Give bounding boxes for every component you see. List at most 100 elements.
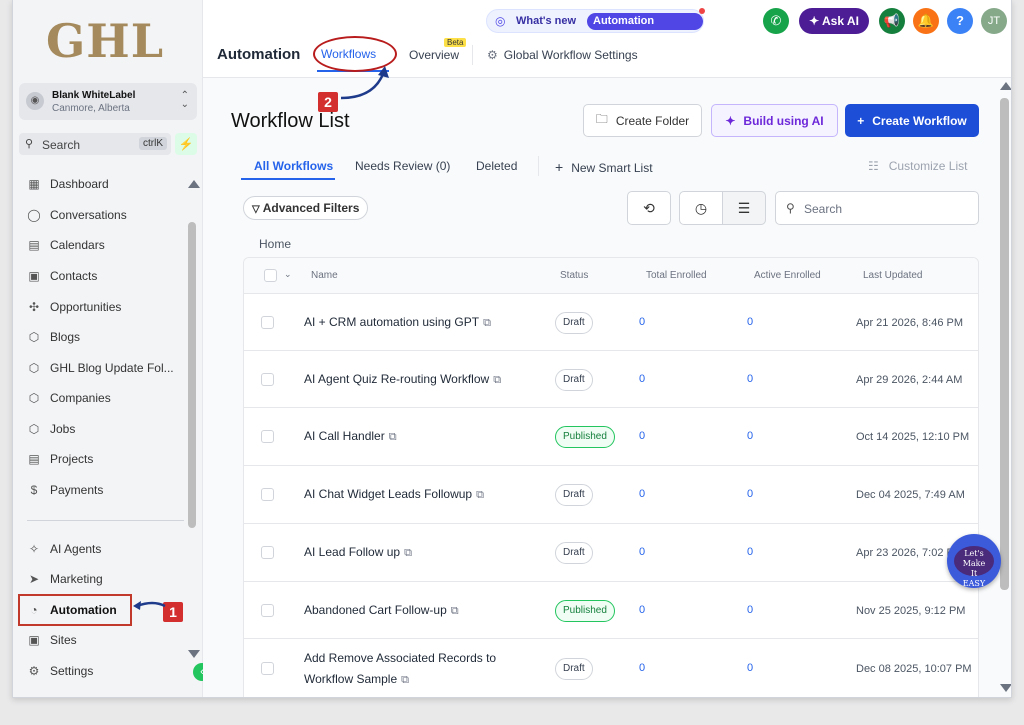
sidebar-item-ghl-blog-update-fol[interactable]: ⬡ GHL Blog Update Fol...	[26, 356, 174, 380]
external-link-icon[interactable]: ⧉	[401, 674, 409, 686]
user-avatar[interactable]: JT	[981, 8, 1007, 34]
sidebar-item-projects[interactable]: ▤ Projects	[26, 447, 93, 471]
external-link-icon[interactable]: ⧉	[389, 431, 397, 443]
table-row[interactable]: AI + CRM automation using GPT ⧉ Draft 0 0 Apr…	[244, 294, 978, 351]
sidebar-item-companies[interactable]: ⬡ Companies	[26, 386, 111, 410]
table-row[interactable]: AI Call Handler ⧉ Published 0 0 Oct 14 2025, …	[244, 408, 978, 466]
sidebar-scrollbar[interactable]	[188, 222, 196, 528]
workflow-name[interactable]: AI Chat Widget Leads Followup ⧉	[304, 484, 534, 506]
table-row[interactable]: Add Remove Associated Records to Workflo…	[244, 639, 978, 697]
row-checkbox[interactable]	[261, 662, 274, 675]
sidebar-item-opportunities[interactable]: ✣ Opportunities	[26, 295, 121, 319]
total-enrolled-value[interactable]: 0	[639, 604, 645, 616]
sidebar-search[interactable]: ⚲ Search ctrlK	[19, 133, 171, 155]
main-scroll-up[interactable]	[1000, 82, 1011, 90]
active-enrolled-value[interactable]: 0	[747, 373, 753, 385]
table-row[interactable]: AI Lead Follow up ⧉ Draft 0 0 Apr 23 2026, 7:…	[244, 524, 978, 582]
sidebar-item-payments[interactable]: $ Payments	[26, 478, 104, 502]
total-enrolled-value[interactable]: 0	[639, 316, 645, 328]
active-enrolled-value[interactable]: 0	[747, 604, 753, 616]
workflow-name[interactable]: AI + CRM automation using GPT ⧉	[304, 312, 534, 334]
workflow-name[interactable]: AI Agent Quiz Re-routing Workflow ⧉	[304, 369, 534, 391]
row-checkbox[interactable]	[261, 372, 274, 386]
create-folder-button[interactable]: 🗀 Create Folder	[583, 104, 702, 137]
breadcrumb[interactable]: Home	[259, 237, 291, 251]
bell-icon[interactable]: 🔔	[913, 8, 939, 34]
sidebar-item-blogs[interactable]: ⬡ Blogs	[26, 325, 80, 349]
total-enrolled-value[interactable]: 0	[639, 373, 645, 385]
external-link-icon[interactable]: ⧉	[476, 489, 484, 501]
sidebar-scroll-down[interactable]	[188, 650, 200, 658]
sidebar-item-conversations[interactable]: ◯ Conversations	[26, 203, 126, 227]
external-link-icon[interactable]: ⧉	[404, 547, 412, 559]
col-status[interactable]: Status	[560, 270, 588, 281]
active-enrolled-value[interactable]: 0	[747, 316, 753, 328]
total-enrolled-value[interactable]: 0	[639, 488, 645, 500]
active-enrolled-value[interactable]: 0	[747, 488, 753, 500]
tab-deleted[interactable]: Deleted	[476, 159, 517, 173]
sidebar-item-dashboard[interactable]: ▦ Dashboard	[26, 172, 108, 196]
main-scrollbar[interactable]	[1000, 98, 1009, 590]
col-active-enrolled[interactable]: Active Enrolled	[754, 270, 821, 281]
sidebar-item-jobs[interactable]: ⬡ Jobs	[26, 417, 76, 441]
sidebar-item-label: Jobs	[50, 422, 76, 436]
workflow-name[interactable]: Add Remove Associated Records to Workflo…	[304, 648, 534, 691]
list-view-icon[interactable]: ☰	[722, 191, 766, 225]
row-checkbox[interactable]	[261, 315, 274, 329]
megaphone-icon[interactable]: 📢	[879, 8, 905, 34]
row-checkbox[interactable]	[261, 430, 274, 443]
total-enrolled-value[interactable]: 0	[639, 546, 645, 558]
table-row[interactable]: Abandoned Cart Follow-up ⧉ Published 0 0 Nov …	[244, 582, 978, 639]
select-all-checkbox[interactable]	[264, 269, 277, 282]
build-using-ai-button[interactable]: ✦ Build using AI	[711, 104, 838, 137]
account-switcher[interactable]: ◉ Blank WhiteLabel Canmore, Alberta ⌃ ⌄	[19, 83, 197, 120]
sidebar-item-marketing[interactable]: ➤ Marketing	[26, 567, 103, 591]
automation-updates-pill[interactable]: Automation Updates	[587, 13, 703, 44]
sidebar-item-settings[interactable]: ⚙ Settings	[26, 659, 94, 683]
active-enrolled-value[interactable]: 0	[747, 662, 753, 674]
workflow-name[interactable]: Abandoned Cart Follow-up ⧉	[304, 600, 534, 622]
sidebar-item-calendars[interactable]: ▤ Calendars	[26, 233, 104, 257]
main-scroll-down[interactable]	[1000, 684, 1011, 692]
row-checkbox[interactable]	[261, 603, 274, 617]
table-row[interactable]: AI Chat Widget Leads Followup ⧉ Draft 0 0 Dec…	[244, 466, 978, 524]
tab-all-workflows[interactable]: All Workflows	[254, 159, 333, 173]
quick-action-bolt-icon[interactable]: ⚡	[175, 133, 197, 155]
col-total-enrolled[interactable]: Total Enrolled	[646, 270, 707, 281]
create-workflow-button[interactable]: + Create Workflow	[845, 104, 979, 137]
col-last-updated[interactable]: Last Updated	[863, 270, 923, 281]
help-icon[interactable]: ?	[947, 8, 973, 34]
history-icon[interactable]: ⟲	[627, 191, 671, 225]
sidebar-item-ai-agents[interactable]: ✧ AI Agents	[26, 537, 101, 561]
tab-overview[interactable]: Overview	[409, 48, 459, 62]
col-name[interactable]: Name	[311, 270, 338, 281]
chevron-down-icon[interactable]: ⌄	[284, 269, 292, 280]
whats-new-banner[interactable]: ◎ What's new Automation Updates	[486, 8, 705, 44]
active-enrolled-value[interactable]: 0	[747, 430, 753, 442]
clock-view-icon[interactable]: ◷	[679, 191, 723, 225]
customize-list-button[interactable]: ☷ Customize List	[868, 159, 967, 173]
sidebar-item-sites[interactable]: ▣ Sites	[26, 628, 76, 652]
row-checkbox[interactable]	[261, 488, 274, 501]
sidebar-item-contacts[interactable]: ▣ Contacts	[26, 264, 97, 288]
advanced-filters-button[interactable]: ▽ Advanced Filters	[243, 196, 369, 220]
phone-icon[interactable]: ✆	[763, 8, 789, 34]
new-smart-list-button[interactable]: + New Smart List	[555, 159, 653, 175]
total-enrolled-value[interactable]: 0	[639, 430, 645, 442]
row-checkbox[interactable]	[261, 546, 274, 559]
ask-ai-button[interactable]: ✦ Ask AI	[799, 8, 869, 34]
external-link-icon[interactable]: ⧉	[493, 374, 501, 386]
workflow-search-input[interactable]: ⚲ Search	[775, 191, 979, 225]
workflow-name[interactable]: AI Call Handler ⧉	[304, 426, 534, 448]
tab-global-workflow-settings[interactable]: ⚙ Global Workflow Settings	[487, 48, 638, 62]
total-enrolled-value[interactable]: 0	[639, 662, 645, 674]
table-row[interactable]: AI Agent Quiz Re-routing Workflow ⧉ Draft 0…	[244, 351, 978, 408]
sidebar-scroll-up[interactable]	[188, 180, 200, 188]
search-shortcut: ctrlK	[139, 137, 167, 150]
external-link-icon[interactable]: ⧉	[483, 317, 491, 329]
external-link-icon[interactable]: ⧉	[451, 605, 459, 617]
tab-needs-review[interactable]: Needs Review (0)	[355, 159, 450, 173]
active-enrolled-value[interactable]: 0	[747, 546, 753, 558]
workflow-name[interactable]: AI Lead Follow up ⧉	[304, 542, 534, 564]
marketing-icon: ➤	[28, 572, 40, 586]
